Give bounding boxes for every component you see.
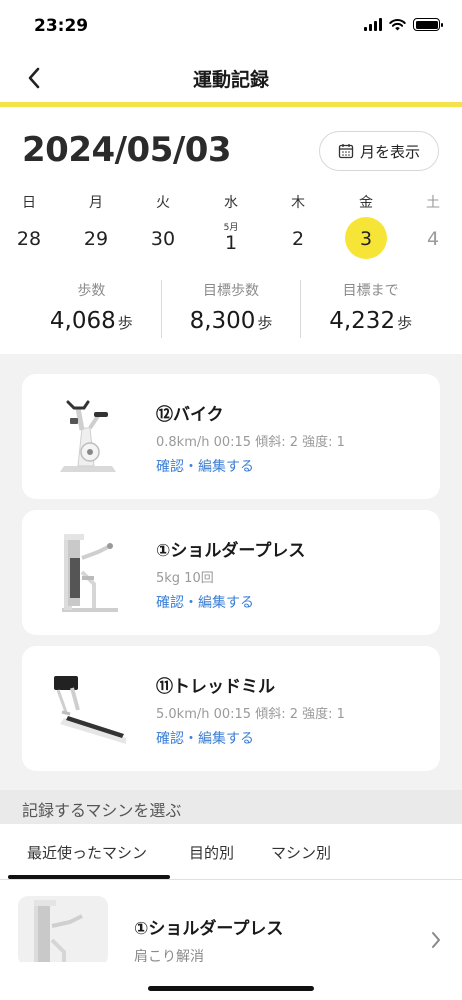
- records-section: ⑫バイク 0.8km/h 00:15 傾斜: 2 強度: 1 確認・編集する ①…: [0, 354, 462, 790]
- stat-value: 4,232: [329, 308, 396, 334]
- stat-unit: 歩: [257, 314, 273, 332]
- record-title: ⑫バイク: [156, 405, 224, 425]
- tab-recent-machines[interactable]: 最近使ったマシン: [27, 842, 147, 863]
- record-card-bike[interactable]: ⑫バイク 0.8km/h 00:15 傾斜: 2 強度: 1 確認・編集する: [22, 374, 440, 499]
- day-number: 3: [359, 228, 373, 250]
- shoulder-press-machine-icon: [18, 896, 108, 962]
- day-number: 28: [16, 228, 42, 250]
- record-detail: 0.8km/h 00:15 傾斜: 2 強度: 1: [156, 435, 345, 450]
- edit-record-link[interactable]: 確認・編集する: [156, 592, 254, 612]
- day-monday[interactable]: 月 29: [71, 192, 121, 250]
- day-name: 火: [156, 195, 170, 211]
- choose-machine-header: 記録するマシンを選ぶ: [0, 790, 462, 824]
- stat-steps: 歩数 4,068 歩: [22, 280, 161, 338]
- treadmill-icon: [38, 658, 138, 758]
- day-number: 29: [83, 228, 109, 250]
- edit-record-link[interactable]: 確認・編集する: [156, 728, 254, 748]
- day-number: 1: [224, 232, 238, 254]
- machine-title: ①ショルダープレス: [134, 919, 284, 939]
- edit-record-link[interactable]: 確認・編集する: [156, 456, 254, 476]
- day-name: 日: [22, 195, 36, 211]
- active-tab-indicator: [8, 875, 170, 879]
- day-friday-selected[interactable]: 金 3: [341, 192, 391, 259]
- day-sunday[interactable]: 日 28: [4, 192, 54, 250]
- stat-label: 目標まで: [342, 283, 399, 299]
- day-number: 2: [291, 228, 305, 250]
- stat-value: 4,068: [49, 308, 116, 334]
- status-icons: [364, 18, 443, 31]
- tab-by-purpose[interactable]: 目的別: [189, 842, 234, 863]
- show-month-label: 月を表示: [359, 142, 420, 161]
- stat-unit: 歩: [117, 314, 133, 332]
- day-saturday[interactable]: 土 4: [408, 192, 458, 250]
- wifi-icon: [389, 19, 406, 31]
- page-title: 運動記録: [192, 69, 269, 91]
- calendar-icon: [338, 144, 354, 159]
- home-indicator: [148, 986, 314, 991]
- day-name: 月: [89, 195, 103, 211]
- day-name: 木: [291, 195, 305, 211]
- day-name: 土: [426, 195, 440, 211]
- day-number: 30: [150, 228, 176, 250]
- day-tuesday[interactable]: 火 30: [138, 192, 188, 250]
- navigation-bar: 運動記録: [0, 52, 462, 102]
- status-bar: 23:29: [0, 0, 462, 52]
- cellular-signal-icon: [364, 18, 382, 31]
- day-number: 4: [426, 228, 440, 250]
- shoulder-press-machine-icon: [38, 522, 138, 622]
- stat-label: 歩数: [77, 283, 106, 299]
- stat-unit: 歩: [397, 314, 413, 332]
- record-title: ①ショルダープレス: [156, 541, 306, 561]
- show-month-button[interactable]: 月を表示: [319, 131, 439, 171]
- stat-label: 目標歩数: [203, 283, 259, 299]
- record-card-treadmill[interactable]: ⑪トレッドミル 5.0km/h 00:15 傾斜: 2 強度: 1 確認・編集す…: [22, 646, 440, 771]
- stat-goal: 目標歩数 8,300 歩: [160, 280, 301, 338]
- chevron-right-icon: [432, 932, 440, 948]
- day-thursday[interactable]: 木 2: [273, 192, 323, 250]
- record-card-shoulder-press[interactable]: ①ショルダープレス 5kg 10回 確認・編集する: [22, 510, 440, 635]
- stat-remaining: 目標まで 4,232 歩: [300, 280, 440, 338]
- record-detail: 5kg 10回: [156, 571, 214, 586]
- machine-tabs: 最近使ったマシン 目的別 マシン別: [0, 824, 462, 880]
- record-detail: 5.0km/h 00:15 傾斜: 2 強度: 1: [156, 707, 345, 722]
- day-wednesday[interactable]: 水 5月 1: [206, 192, 256, 254]
- record-title: ⑪トレッドミル: [156, 677, 275, 697]
- battery-icon: [413, 18, 443, 31]
- tab-by-machine[interactable]: マシン別: [271, 842, 331, 863]
- machine-list-item[interactable]: ①ショルダープレス 肩こり解消: [0, 880, 462, 962]
- day-name: 水: [224, 195, 238, 211]
- stat-value: 8,300: [189, 308, 256, 334]
- status-time: 23:29: [34, 16, 89, 36]
- machine-purpose: 肩こり解消: [134, 949, 204, 962]
- week-calendar: 日 28 月 29 火 30 水 5月 1 木 2 金 3 土 4: [0, 192, 462, 262]
- exercise-bike-icon: [38, 386, 138, 486]
- header-accent-line: [0, 102, 462, 107]
- selected-date: 2024/05/03: [22, 130, 232, 170]
- day-name: 金: [359, 195, 373, 211]
- bottom-safe-area: [0, 962, 462, 1000]
- step-stats: 歩数 4,068 歩 目標歩数 8,300 歩 目標まで 4,232 歩: [22, 280, 440, 338]
- section-title: 記録するマシンを選ぶ: [22, 801, 182, 820]
